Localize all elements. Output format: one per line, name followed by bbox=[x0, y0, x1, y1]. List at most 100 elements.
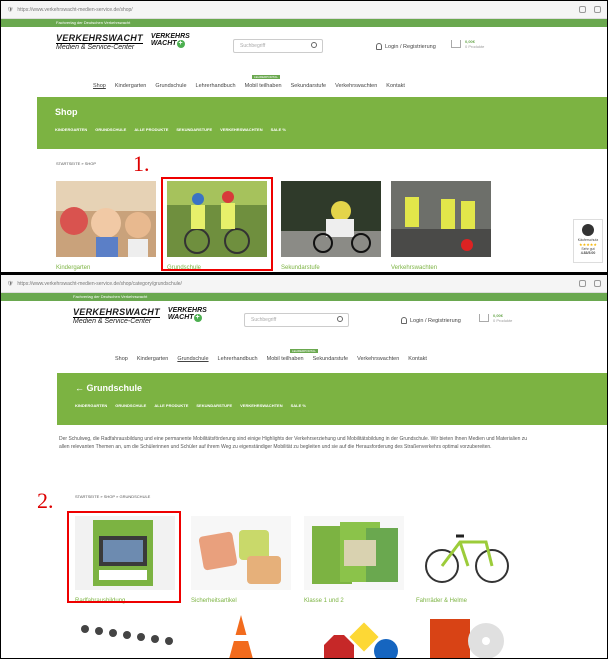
browser-bar: 🛡 https://www.verkehrswacht-medien-servi… bbox=[1, 275, 607, 293]
nav-item-lehrerhandbuch[interactable]: Lehrerhandbuch bbox=[196, 83, 236, 89]
subnav-sekundarstufe[interactable]: SEKUNDARSTUFE bbox=[176, 127, 212, 132]
url-bar[interactable]: https://www.verkehrswacht-medien-service… bbox=[17, 281, 571, 287]
nav-item-sekundarstufe[interactable]: Sekundarstufe bbox=[313, 356, 348, 362]
login-label: Login / Registrierung bbox=[385, 43, 436, 50]
reader-icon[interactable] bbox=[579, 6, 586, 13]
nav-item-kindergarten[interactable]: Kindergarten bbox=[115, 83, 147, 89]
logo-wacht: VERKEHRS WACHT + bbox=[151, 33, 190, 48]
bookmark-icon[interactable] bbox=[594, 280, 601, 287]
category-tile-sekundarstufe[interactable]: Sekundarstufe bbox=[281, 181, 381, 271]
logo-subtitle: Medien & Service-Center bbox=[56, 43, 143, 51]
breadcrumb: STARTSEITE » SHOP bbox=[56, 161, 97, 166]
category-label: Sekundarstufe bbox=[281, 265, 320, 271]
nav-item-sekundarstufe[interactable]: Sekundarstufe bbox=[291, 83, 326, 89]
cone-product-photo[interactable] bbox=[191, 615, 291, 659]
subnav-sale[interactable]: SALE % bbox=[291, 403, 306, 408]
category-tile-sicherheitsartikel[interactable]: Sicherheitsartikel bbox=[191, 516, 291, 604]
traffic-signs-photo[interactable] bbox=[304, 615, 404, 659]
site-header: VERKEHRSWACHT Medien & Service-Center VE… bbox=[1, 27, 607, 67]
breadcrumb: STARTSEITE » SHOP » GRUNDSCHULE bbox=[75, 494, 151, 499]
sekundarstufe-photo bbox=[281, 181, 381, 257]
nav-item-shop[interactable]: Shop bbox=[93, 83, 106, 89]
login-link[interactable]: Login / Registrierung bbox=[376, 43, 436, 50]
url-bar[interactable]: https://www.verkehrswacht-medien-service… bbox=[17, 7, 571, 13]
search-icon[interactable] bbox=[337, 316, 343, 322]
subnav-kindergarten[interactable]: KINDERGARTEN bbox=[75, 403, 107, 408]
cart-items: 0 Produkte bbox=[493, 318, 513, 323]
bookmark-icon[interactable] bbox=[594, 6, 601, 13]
page-title[interactable]: ← Grundschule bbox=[75, 383, 142, 393]
logo-subtitle: Medien & Service-Center bbox=[73, 317, 160, 325]
subnav-sale[interactable]: SALE % bbox=[271, 127, 286, 132]
browser-bar: 🛡 https://www.verkehrswacht-medien-servi… bbox=[1, 1, 607, 19]
subnav-verkehrswachten[interactable]: VERKEHRSWACHTEN bbox=[220, 127, 262, 132]
logo-wacht-line1: VERKEHRS bbox=[167, 307, 207, 314]
step-marker-1: 1. bbox=[133, 151, 150, 176]
cart-widget[interactable]: 0,00€ 0 Produkte bbox=[451, 39, 484, 49]
subnav-sekundarstufe[interactable]: SEKUNDARSTUFE bbox=[196, 403, 232, 408]
page-title: Shop bbox=[55, 107, 78, 117]
trust-rating: 4.83/5.00 bbox=[580, 251, 596, 255]
nav-item-grundschule[interactable]: Grundschule bbox=[177, 356, 208, 362]
screenshot-grundschule-page: 🛡 https://www.verkehrswacht-medien-servi… bbox=[0, 273, 608, 659]
category-label: Klasse 1 und 2 bbox=[304, 598, 344, 604]
logo-title: VERKEHRSWACHT bbox=[73, 307, 160, 317]
nav-item-grundschule[interactable]: Grundschule bbox=[155, 83, 186, 89]
user-icon bbox=[401, 317, 407, 324]
category-label: Fahrräder & Helme bbox=[416, 598, 468, 604]
nav-item-verkehrswachten[interactable]: Verkehrswachten bbox=[357, 356, 399, 362]
subnav-kindergarten[interactable]: KINDERGARTEN bbox=[55, 127, 87, 132]
top-bar: Fachverlag der Deutschen Verkehrswacht bbox=[1, 293, 607, 301]
nav-item-mobil-teilhaben[interactable]: Mobil teilhaben bbox=[245, 83, 282, 89]
subnav-grundschule[interactable]: GRUNDSCHULE bbox=[115, 403, 146, 408]
category-tile-klasse-1-und-2[interactable]: Klasse 1 und 2 bbox=[304, 516, 404, 604]
cart-icon bbox=[479, 314, 489, 322]
logo-wacht-line1: VERKEHRS bbox=[150, 33, 190, 40]
sub-nav: KINDERGARTEN GRUNDSCHULE ALLE PRODUKTE S… bbox=[55, 127, 294, 132]
cart-widget[interactable]: 0,00€ 0 Produkte bbox=[479, 313, 512, 323]
chain-product-photo[interactable] bbox=[75, 615, 175, 659]
category-tile-fahrraeder-helme[interactable]: Fahrräder & Helme bbox=[416, 516, 516, 604]
top-bar: Fachverlag der Deutschen Verkehrswacht bbox=[1, 19, 607, 27]
nav-item-kontakt[interactable]: Kontakt bbox=[386, 83, 405, 89]
screenshot-shop-page: 🛡 https://www.verkehrswacht-medien-servi… bbox=[0, 0, 608, 273]
search-input[interactable]: Suchbegriff bbox=[244, 313, 349, 327]
new-badge: LEHRERPORTAL bbox=[252, 75, 280, 79]
cart-items: 0 Produkte bbox=[465, 44, 485, 49]
step-marker-2: 2. bbox=[37, 488, 54, 513]
category-label: Kindergarten bbox=[56, 265, 91, 271]
kindergarten-photo bbox=[56, 181, 156, 257]
logo-title: VERKEHRSWACHT bbox=[56, 33, 143, 43]
subnav-alle-produkte[interactable]: ALLE PRODUKTE bbox=[154, 403, 188, 408]
trusted-shops-badge[interactable]: Käuferschutz ★★★★★ Sehr gut 4.83/5.00 bbox=[573, 219, 603, 263]
page-banner: Shop KINDERGARTEN GRUNDSCHULE ALLE PRODU… bbox=[37, 97, 607, 149]
logo-wacht-line2: WACHT bbox=[167, 314, 194, 321]
logo-wacht: VERKEHRS WACHT + bbox=[168, 307, 207, 322]
cd-product-photo[interactable] bbox=[416, 615, 516, 659]
new-badge: LEHRERPORTAL bbox=[290, 349, 318, 353]
subnav-alle-produkte[interactable]: ALLE PRODUKTE bbox=[134, 127, 168, 132]
search-placeholder: Suchbegriff bbox=[240, 43, 266, 49]
search-input[interactable]: Suchbegriff bbox=[233, 39, 323, 53]
category-label: Sicherheitsartikel bbox=[191, 598, 237, 604]
site-logo[interactable]: VERKEHRSWACHT Medien & Service-Center VE… bbox=[73, 307, 207, 325]
subnav-grundschule[interactable]: GRUNDSCHULE bbox=[95, 127, 126, 132]
category-tile-kindergarten[interactable]: Kindergarten bbox=[56, 181, 156, 271]
nav-item-verkehrswachten[interactable]: Verkehrswachten bbox=[335, 83, 377, 89]
category-tile-verkehrswachten[interactable]: Verkehrswachten bbox=[391, 181, 491, 271]
klasse-1-und-2-photo bbox=[304, 516, 404, 590]
main-nav: Shop Kindergarten Grundschule Lehrerhand… bbox=[115, 356, 436, 362]
nav-item-kindergarten[interactable]: Kindergarten bbox=[137, 356, 169, 362]
nav-item-kontakt[interactable]: Kontakt bbox=[408, 356, 427, 362]
nav-item-mobil-teilhaben[interactable]: Mobil teilhaben bbox=[267, 356, 304, 362]
sicherheitsartikel-photo bbox=[191, 516, 291, 590]
login-link[interactable]: Login / Registrierung bbox=[401, 317, 461, 324]
nav-item-shop[interactable]: Shop bbox=[115, 356, 128, 362]
search-icon[interactable] bbox=[311, 42, 317, 48]
category-label: Verkehrswachten bbox=[391, 265, 438, 271]
subnav-verkehrswachten[interactable]: VERKEHRSWACHTEN bbox=[240, 403, 282, 408]
nav-item-lehrerhandbuch[interactable]: Lehrerhandbuch bbox=[218, 356, 258, 362]
site-logo[interactable]: VERKEHRSWACHT Medien & Service-Center VE… bbox=[56, 33, 190, 51]
trust-seal-icon bbox=[582, 224, 594, 236]
reader-icon[interactable] bbox=[579, 280, 586, 287]
